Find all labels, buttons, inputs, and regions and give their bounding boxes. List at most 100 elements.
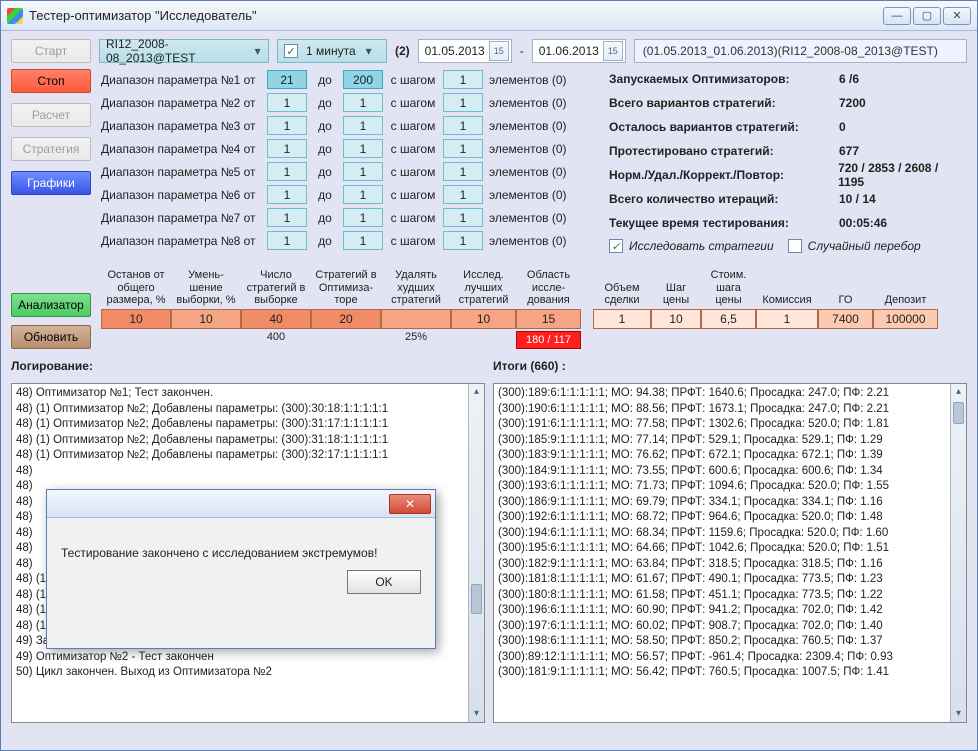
result-line[interactable]: (300):181:9:1:1:1:1:1; МО: 56.42; ПРФТ: … — [498, 665, 962, 681]
param-from-input[interactable]: 1 — [267, 162, 307, 181]
result-line[interactable]: (300):193:6:1:1:1:1:1; МО: 71.73; ПРФТ: … — [498, 479, 962, 495]
param-to-input[interactable]: 1 — [343, 116, 383, 135]
value-cell[interactable]: 1 — [593, 309, 651, 329]
explore-check[interactable]: ✓Исследовать стратегии — [609, 239, 774, 253]
refresh-button[interactable]: Обновить — [11, 325, 91, 349]
calendar-icon[interactable]: 15 — [489, 41, 509, 61]
log-line[interactable]: 48) (1) Оптимизатор №2; Добавлены параме… — [16, 402, 480, 418]
log-line[interactable]: 49) Оптимизатор №2 - Тест закончен — [16, 650, 480, 666]
param-from-input[interactable]: 21 — [267, 70, 307, 89]
date-from-input[interactable]: 01.05.2013 15 — [418, 39, 512, 63]
param-to-input[interactable]: 1 — [343, 208, 383, 227]
param-step-input[interactable]: 1 — [443, 116, 483, 135]
maximize-button[interactable]: ▢ — [913, 7, 941, 25]
param-to-word: до — [313, 96, 337, 110]
value-cell[interactable]: 6,5 — [701, 309, 756, 329]
result-line[interactable]: (300):89:12:1:1:1:1:1; МО: 56.57; ПРФТ: … — [498, 650, 962, 666]
log-line[interactable]: 48) Оптимизатор №1; Тест закончен. — [16, 386, 480, 402]
modal-close-button[interactable]: ✕ — [389, 494, 431, 514]
log-line[interactable]: 48) (1) Оптимизатор №2; Добавлены параме… — [16, 448, 480, 464]
param-label: Диапазон параметра №5 от — [101, 165, 261, 179]
result-line[interactable]: (300):181:8:1:1:1:1:1; МО: 61.67; ПРФТ: … — [498, 572, 962, 588]
param-from-input[interactable]: 1 — [267, 139, 307, 158]
calc-button[interactable]: Расчет — [11, 103, 91, 127]
titlebar[interactable]: Тестер-оптимизатор "Исследователь" — ▢ ✕ — [1, 1, 977, 31]
param-elements: элементов (0) — [489, 119, 581, 133]
param-to-input[interactable]: 1 — [343, 162, 383, 181]
result-line[interactable]: (300):192:6:1:1:1:1:1; МО: 68.72; ПРФТ: … — [498, 510, 962, 526]
scrollbar[interactable]: ▴ ▾ — [468, 384, 484, 722]
scroll-up-icon[interactable]: ▴ — [469, 384, 484, 400]
param-to-input[interactable]: 1 — [343, 93, 383, 112]
result-line[interactable]: (300):195:6:1:1:1:1:1; МО: 64.66; ПРФТ: … — [498, 541, 962, 557]
scroll-thumb[interactable] — [471, 584, 482, 614]
log-line[interactable]: 50) Цикл закончен. Выход из Оптимизатора… — [16, 665, 480, 681]
param-step-input[interactable]: 1 — [443, 70, 483, 89]
random-check[interactable]: Случайный перебор — [788, 239, 921, 253]
close-button[interactable]: ✕ — [943, 7, 971, 25]
value-cell[interactable]: 40 — [241, 309, 311, 329]
param-step-input[interactable]: 1 — [443, 139, 483, 158]
param-from-input[interactable]: 1 — [267, 231, 307, 250]
param-step-input[interactable]: 1 — [443, 185, 483, 204]
result-line[interactable]: (300):186:9:1:1:1:1:1; МО: 69.79; ПРФТ: … — [498, 495, 962, 511]
scroll-thumb[interactable] — [953, 402, 964, 424]
scroll-up-icon[interactable]: ▴ — [951, 384, 966, 400]
dataset-combo[interactable]: RI12_2008-08_2013@TEST ▾ — [99, 39, 269, 63]
result-line[interactable]: (300):197:6:1:1:1:1:1; МО: 60.02; ПРФТ: … — [498, 619, 962, 635]
value-cell[interactable]: 10 — [101, 309, 171, 329]
log-right[interactable]: (300):189:6:1:1:1:1:1; МО: 94.38; ПРФТ: … — [493, 383, 967, 723]
result-line[interactable]: (300):194:6:1:1:1:1:1; МО: 68.34; ПРФТ: … — [498, 526, 962, 542]
result-line[interactable]: (300):196:6:1:1:1:1:1; МО: 60.90; ПРФТ: … — [498, 603, 962, 619]
param-step-input[interactable]: 1 — [443, 208, 483, 227]
scroll-down-icon[interactable]: ▾ — [469, 706, 484, 722]
param-step-input[interactable]: 1 — [443, 231, 483, 250]
analyzer-button[interactable]: Анализатор — [11, 293, 91, 317]
value-cell[interactable]: 1 — [756, 309, 818, 329]
result-line[interactable]: (300):182:9:1:1:1:1:1; МО: 63.84; ПРФТ: … — [498, 557, 962, 573]
value-cell[interactable]: 10 — [651, 309, 701, 329]
param-step-input[interactable]: 1 — [443, 162, 483, 181]
result-line[interactable]: (300):183:9:1:1:1:1:1; МО: 76.62; ПРФТ: … — [498, 448, 962, 464]
param-from-input[interactable]: 1 — [267, 208, 307, 227]
param-from-input[interactable]: 1 — [267, 185, 307, 204]
value-cell[interactable]: 20 — [311, 309, 381, 329]
param-to-input[interactable]: 1 — [343, 231, 383, 250]
result-line[interactable]: (300):191:6:1:1:1:1:1; МО: 77.58; ПРФТ: … — [498, 417, 962, 433]
param-label: Диапазон параметра №6 от — [101, 188, 261, 202]
param-step-input[interactable]: 1 — [443, 93, 483, 112]
start-button[interactable]: Старт — [11, 39, 91, 63]
minimize-button[interactable]: — — [883, 7, 911, 25]
value-cell[interactable]: 10 — [171, 309, 241, 329]
charts-button[interactable]: Графики — [11, 171, 91, 195]
param-from-input[interactable]: 1 — [267, 116, 307, 135]
param-from-input[interactable]: 1 — [267, 93, 307, 112]
date-to-value: 01.06.2013 — [539, 44, 599, 58]
log-line[interactable]: 48) (1) Оптимизатор №2; Добавлены параме… — [16, 433, 480, 449]
timeframe-combo[interactable]: ✓ 1 минута ▾ — [277, 39, 387, 63]
scrollbar[interactable]: ▴ ▾ — [950, 384, 966, 722]
param-to-input[interactable]: 1 — [343, 185, 383, 204]
param-to-input[interactable]: 200 — [343, 70, 383, 89]
date-to-input[interactable]: 01.06.2013 15 — [532, 39, 626, 63]
value-cell[interactable]: 15 — [516, 309, 581, 329]
value-cell[interactable] — [381, 309, 451, 329]
strategy-button[interactable]: Стратегия — [11, 137, 91, 161]
result-line[interactable]: (300):180:8:1:1:1:1:1; МО: 61.58; ПРФТ: … — [498, 588, 962, 604]
result-line[interactable]: (300):185:9:1:1:1:1:1; МО: 77.14; ПРФТ: … — [498, 433, 962, 449]
result-line[interactable]: (300):189:6:1:1:1:1:1; МО: 94.38; ПРФТ: … — [498, 386, 962, 402]
result-line[interactable]: (300):198:6:1:1:1:1:1; МО: 58.50; ПРФТ: … — [498, 634, 962, 650]
stop-button[interactable]: Стоп — [11, 69, 91, 93]
log-line[interactable]: 48) (1) Оптимизатор №2; Добавлены параме… — [16, 417, 480, 433]
param-to-input[interactable]: 1 — [343, 139, 383, 158]
modal-ok-button[interactable]: OK — [347, 570, 421, 594]
result-line[interactable]: (300):190:6:1:1:1:1:1; МО: 88.56; ПРФТ: … — [498, 402, 962, 418]
log-line[interactable]: 48) — [16, 464, 480, 480]
value-cell[interactable]: 100000 — [873, 309, 938, 329]
calendar-icon[interactable]: 15 — [603, 41, 623, 61]
modal-titlebar[interactable]: ✕ — [47, 490, 435, 518]
scroll-down-icon[interactable]: ▾ — [951, 706, 966, 722]
value-cell[interactable]: 7400 — [818, 309, 873, 329]
value-cell[interactable]: 10 — [451, 309, 516, 329]
result-line[interactable]: (300):184:9:1:1:1:1:1; МО: 73.55; ПРФТ: … — [498, 464, 962, 480]
